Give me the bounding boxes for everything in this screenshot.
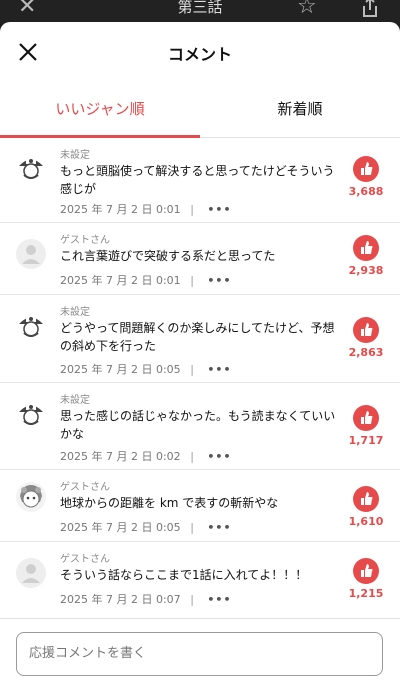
more-options-icon[interactable]: •••: [207, 521, 231, 534]
like-button[interactable]: 1,215: [348, 558, 384, 600]
comment-date: 2025 年 7 月 2 日 0:05: [60, 521, 181, 534]
meta-divider: |: [190, 203, 194, 216]
comment-meta: 2025 年 7 月 2 日 0:05 | •••: [60, 361, 232, 377]
comment-meta: 2025 年 7 月 2 日 0:07 | •••: [60, 591, 232, 607]
thumbs-up-icon: [353, 156, 379, 182]
meta-divider: |: [190, 521, 194, 534]
comment-item: ゲストさん これ言葉遊びで突破する系だと思ってた 2025 年 7 月 2 日 …: [0, 223, 400, 295]
like-count: 3,688: [348, 185, 384, 198]
comment-text: 思った感じの話じゃなかった。もう読まなくていいかな: [60, 409, 336, 441]
meta-divider: |: [190, 274, 194, 287]
comment-meta: 2025 年 7 月 2 日 0:02 | •••: [60, 448, 232, 464]
comment-item: 未設定 どうやって問題解くのか楽しみにしてたけど、予想の斜め下を行った 2025…: [0, 295, 400, 383]
comment-author: ゲストさん: [60, 554, 110, 565]
pirate-avatar-icon[interactable]: [16, 309, 46, 339]
like-button[interactable]: 1,717: [348, 405, 384, 447]
background-episode-bar: ✕ 第三話 ☆: [0, 0, 400, 24]
comment-author: 未設定: [60, 150, 90, 161]
comment-sheet: コメント いいジャン順 新着順 未設定 もっと頭脳使って解決すると思ってたけどそ…: [0, 22, 400, 690]
share-icon: [363, 0, 377, 17]
comment-author: 未設定: [60, 395, 90, 406]
comment-text: これ言葉遊びで突破する系だと思ってた: [60, 249, 276, 263]
comment-meta: 2025 年 7 月 2 日 0:01 | •••: [60, 272, 232, 288]
sheet-header: コメント: [0, 22, 400, 82]
more-options-icon[interactable]: •••: [207, 593, 231, 606]
tab-popular[interactable]: いいジャン順: [0, 82, 200, 138]
more-options-icon[interactable]: •••: [207, 363, 231, 376]
thumbs-up-icon: [353, 235, 379, 261]
thumbs-up-icon: [353, 486, 379, 512]
comment-author: 未設定: [60, 307, 90, 318]
like-count: 1,215: [348, 587, 384, 600]
comment-date: 2025 年 7 月 2 日 0:02: [60, 450, 181, 463]
comment-date: 2025 年 7 月 2 日 0:07: [60, 593, 181, 606]
like-count: 2,938: [348, 264, 384, 277]
comment-input-bar: 応援コメントを書く: [0, 618, 400, 690]
comment-text: そういう話ならここまで1話に入れてよ！！！: [60, 568, 308, 582]
meta-divider: |: [190, 363, 194, 376]
comment-date: 2025 年 7 月 2 日 0:01: [60, 203, 181, 216]
like-button[interactable]: 2,863: [348, 317, 384, 359]
comment-date: 2025 年 7 月 2 日 0:05: [60, 363, 181, 376]
meta-divider: |: [190, 450, 194, 463]
page-title: コメント: [167, 45, 232, 64]
comment-text: どうやって問題解くのか楽しみにしてたけど、予想の斜め下を行った: [60, 321, 335, 353]
more-options-icon[interactable]: •••: [207, 274, 231, 287]
comment-meta: 2025 年 7 月 2 日 0:01 | •••: [60, 201, 232, 217]
comment-text: もっと頭脳使って解決すると思ってたけどそういう感じが: [60, 164, 335, 196]
tab-newest[interactable]: 新着順: [200, 82, 400, 138]
like-button[interactable]: 1,610: [348, 486, 384, 528]
pirate-avatar-icon[interactable]: [16, 397, 46, 427]
comment-date: 2025 年 7 月 2 日 0:01: [60, 274, 181, 287]
like-count: 1,717: [348, 434, 384, 447]
comment-item: 未設定 もっと頭脳使って解決すると思ってたけどそういう感じが 2025 年 7 …: [0, 138, 400, 223]
thumbs-up-icon: [353, 317, 379, 343]
comment-item: ゲストさん そういう話ならここまで1話に入れてよ！！！ 2025 年 7 月 2…: [0, 542, 400, 614]
more-options-icon[interactable]: •••: [207, 203, 231, 216]
sort-tabs: いいジャン順 新着順: [0, 82, 400, 138]
comment-meta: 2025 年 7 月 2 日 0:05 | •••: [60, 519, 232, 535]
comment-text: 地球からの距離を km で表すの斬新やな: [60, 496, 279, 510]
thumbs-up-icon: [353, 405, 379, 431]
like-count: 2,863: [348, 346, 384, 359]
thumbs-up-icon: [353, 558, 379, 584]
like-count: 1,610: [348, 515, 384, 528]
star-icon: ☆: [297, 0, 317, 19]
default-user-avatar-icon[interactable]: [16, 558, 46, 588]
comment-author: ゲストさん: [60, 482, 110, 493]
comment-input[interactable]: 応援コメントを書く: [16, 632, 383, 676]
more-options-icon[interactable]: •••: [207, 450, 231, 463]
comment-item: ゲストさん 地球からの距離を km で表すの斬新やな 2025 年 7 月 2 …: [0, 470, 400, 542]
character-avatar-icon[interactable]: [16, 482, 46, 512]
like-button[interactable]: 2,938: [348, 235, 384, 277]
comment-list: 未設定 もっと頭脳使って解決すると思ってたけどそういう感じが 2025 年 7 …: [0, 138, 400, 614]
episode-title: 第三話: [177, 0, 223, 16]
comment-author: ゲストさん: [60, 235, 110, 246]
default-user-avatar-icon[interactable]: [16, 239, 46, 269]
comment-item: 未設定 思った感じの話じゃなかった。もう読まなくていいかな 2025 年 7 月…: [0, 383, 400, 470]
meta-divider: |: [190, 593, 194, 606]
like-button[interactable]: 3,688: [348, 156, 384, 198]
pirate-avatar-icon[interactable]: [16, 151, 46, 181]
